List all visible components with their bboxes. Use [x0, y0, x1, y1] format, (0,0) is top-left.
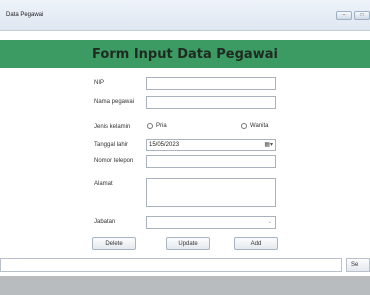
tanggal-lahir-value: 15/05/2023: [149, 142, 180, 148]
telepon-input[interactable]: [146, 155, 276, 168]
nama-input[interactable]: [146, 96, 276, 109]
jabatan-label: Jabatan: [94, 219, 116, 225]
radio-circle-icon: [147, 123, 153, 129]
app-window: Data Pegawai – □ Form Input Data Pegawai…: [0, 0, 370, 295]
update-button[interactable]: Update: [166, 237, 210, 250]
radio-pria-label: Pria: [156, 123, 167, 129]
alamat-textarea[interactable]: [146, 178, 276, 207]
chevron-down-icon: ⌄: [267, 219, 272, 225]
delete-button[interactable]: Delete: [92, 237, 136, 250]
jenis-kelamin-label: Jenis kelamin: [94, 124, 131, 130]
tanggal-lahir-label: Tanggal lahir: [94, 142, 129, 148]
add-button[interactable]: Add: [234, 237, 278, 250]
maximize-button[interactable]: □: [354, 11, 370, 20]
form-title: Form Input Data Pegawai: [92, 46, 278, 62]
search-button[interactable]: Se: [346, 258, 370, 272]
radio-wanita[interactable]: Wanita: [241, 123, 268, 129]
form-header: Form Input Data Pegawai: [0, 40, 370, 68]
window-title: Data Pegawai: [6, 12, 44, 18]
bottom-panel: [0, 276, 370, 295]
nip-label: NIP: [94, 80, 105, 86]
nip-input[interactable]: [146, 77, 276, 90]
minimize-button[interactable]: –: [336, 11, 352, 20]
radio-circle-icon: [241, 123, 247, 129]
calendar-dropdown-icon[interactable]: ▦▾: [264, 141, 273, 148]
nama-label: Nama pegawai: [94, 99, 135, 105]
alamat-label: Alamat: [94, 181, 113, 187]
window-controls: – □: [336, 11, 370, 20]
telepon-label: Nomor telepon: [94, 158, 134, 164]
tanggal-lahir-picker[interactable]: 15/05/2023 ▦▾: [146, 139, 276, 151]
radio-wanita-label: Wanita: [250, 123, 269, 129]
radio-pria[interactable]: Pria: [147, 123, 167, 129]
title-bar: Data Pegawai – □: [0, 0, 370, 31]
search-input[interactable]: [0, 258, 342, 272]
jabatan-select[interactable]: ⌄: [146, 216, 276, 229]
